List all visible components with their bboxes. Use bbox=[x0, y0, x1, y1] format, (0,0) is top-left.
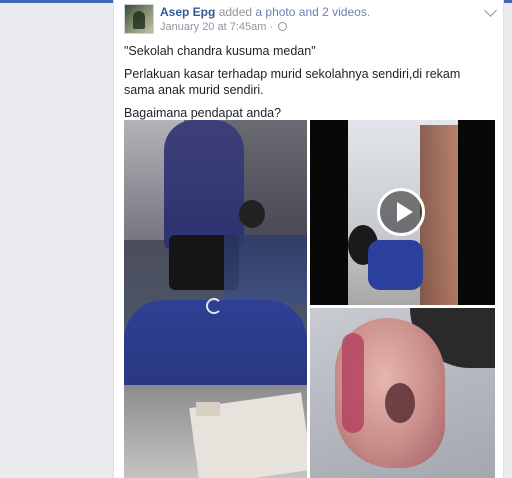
media-photo-main[interactable] bbox=[124, 120, 307, 478]
author-name-link[interactable]: Asep Epg bbox=[160, 5, 215, 19]
post-card: Asep Epg added a photo and 2 videos. Jan… bbox=[113, 0, 504, 478]
meta-separator: · bbox=[269, 21, 274, 33]
action-text: added bbox=[218, 5, 253, 19]
classroom-chairs bbox=[224, 235, 307, 305]
post-paragraph: Perlakuan kasar terhadap murid sekolahny… bbox=[124, 67, 461, 97]
media-photo-ear[interactable] bbox=[310, 308, 495, 478]
teacher-figure bbox=[164, 120, 244, 250]
avatar-figure bbox=[133, 11, 145, 29]
girl-uniform bbox=[368, 240, 423, 290]
media-video-thumbnail[interactable] bbox=[310, 120, 495, 305]
ear-bruise bbox=[342, 333, 364, 433]
post-paragraph: "Sekolah chandra kusuma medan" bbox=[124, 44, 316, 58]
globe-icon[interactable] bbox=[278, 22, 288, 31]
eraser bbox=[196, 402, 220, 416]
post-header: Asep Epg added a photo and 2 videos. bbox=[160, 5, 370, 19]
loading-spinner-icon bbox=[206, 298, 222, 314]
post-message: "Sekolah chandra kusuma medan" Perlakuan… bbox=[124, 43, 494, 128]
post-meta: January 20 at 7:45am · bbox=[160, 21, 288, 33]
play-icon[interactable] bbox=[377, 188, 425, 236]
action-suffix: . bbox=[366, 5, 371, 19]
student-head bbox=[239, 200, 265, 228]
chevron-down-icon[interactable] bbox=[484, 4, 497, 17]
door-frame bbox=[420, 125, 458, 305]
ear-canal bbox=[385, 383, 415, 423]
avatar[interactable] bbox=[124, 4, 154, 34]
action-link[interactable]: a photo and 2 videos bbox=[255, 5, 366, 19]
post-paragraph: Bagaimana pendapat anda? bbox=[124, 106, 282, 120]
timestamp-link[interactable]: January 20 at 7:45am bbox=[160, 21, 266, 33]
